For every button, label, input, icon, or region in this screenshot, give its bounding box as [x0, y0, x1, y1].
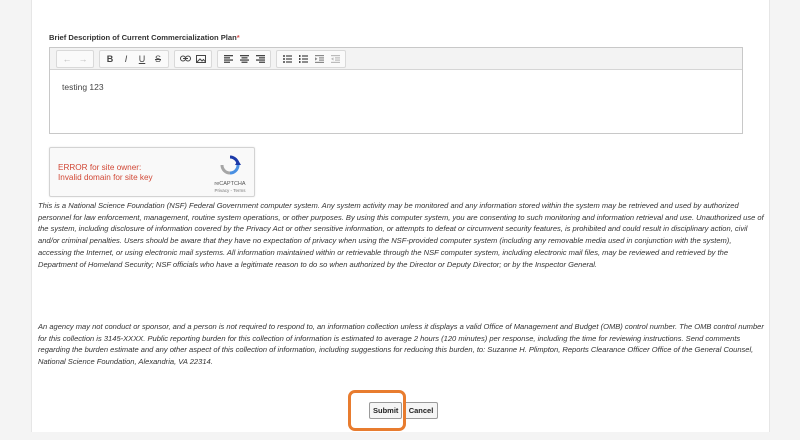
align-left-icon[interactable] [221, 52, 235, 66]
submit-button[interactable]: Submit [369, 402, 402, 419]
list-group [276, 49, 346, 68]
insert-group [174, 49, 212, 68]
bold-icon[interactable]: B [103, 52, 117, 66]
cancel-button[interactable]: Cancel [404, 402, 438, 419]
field-label-text: Brief Description of Current Commerciali… [49, 33, 237, 42]
editor-toolbar: ← → B I U S [50, 48, 742, 70]
align-right-icon[interactable] [253, 52, 267, 66]
redo-icon[interactable]: → [76, 52, 90, 66]
recaptcha-logo-icon [220, 155, 241, 175]
recaptcha-brand: reCAPTCHA [214, 181, 246, 187]
numbered-list-icon[interactable] [296, 52, 310, 66]
field-label: Brief Description of Current Commerciali… [49, 33, 240, 42]
image-icon[interactable] [194, 52, 208, 66]
link-icon[interactable] [178, 52, 192, 66]
indent-icon[interactable] [312, 52, 326, 66]
undo-icon[interactable]: ← [60, 52, 74, 66]
align-center-icon[interactable] [237, 52, 251, 66]
history-group: ← → [56, 49, 94, 68]
security-notice: This is a National Science Foundation (N… [38, 201, 764, 269]
editor-content[interactable]: testing 123 [50, 70, 742, 104]
recaptcha-error: ERROR for site owner: Invalid domain for… [58, 163, 153, 183]
italic-icon[interactable]: I [119, 52, 133, 66]
align-group [217, 49, 271, 68]
rich-text-editor: ← → B I U S testing 123 [49, 47, 743, 134]
format-group: B I U S [99, 49, 169, 68]
recaptcha-error-line1: ERROR for site owner: [58, 163, 142, 172]
paperwork-notice: An agency may not conduct or sponsor, an… [38, 322, 764, 367]
required-mark: * [236, 33, 240, 42]
underline-icon[interactable]: U [135, 52, 149, 66]
recaptcha-widget[interactable]: ERROR for site owner: Invalid domain for… [49, 147, 255, 197]
recaptcha-terms[interactable]: Privacy - Terms [200, 188, 260, 193]
recaptcha-error-line2: Invalid domain for site key [58, 173, 153, 182]
outdent-icon[interactable] [328, 52, 342, 66]
bullet-list-icon[interactable] [280, 52, 294, 66]
strikethrough-icon[interactable]: S [151, 52, 165, 66]
